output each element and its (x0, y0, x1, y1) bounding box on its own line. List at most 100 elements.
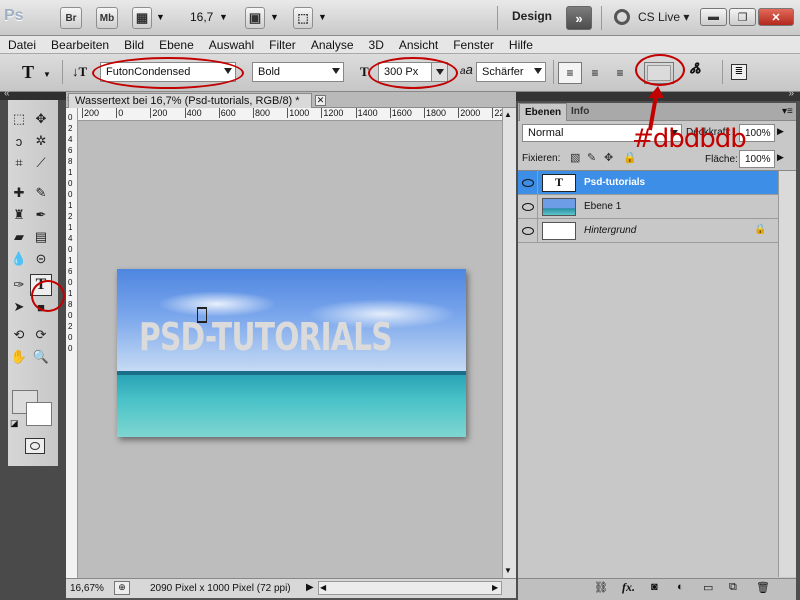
crop-tool-icon[interactable]: ⌗ (8, 152, 30, 174)
warp-text-icon[interactable]: Ꮬ (690, 62, 701, 78)
scroll-down-icon[interactable]: ▼ (504, 566, 512, 575)
marquee-tool-icon[interactable]: ⬚ (8, 108, 30, 130)
chevron-down-icon[interactable]: ▼ (156, 12, 165, 22)
tab-info[interactable]: Info (566, 103, 594, 121)
layer-row-psd-tutorials[interactable]: T Psd-tutorials (518, 170, 778, 195)
3d-rotate-tool-icon[interactable]: ⟲ (8, 324, 30, 346)
document-tab[interactable]: Wassertext bei 16,7% (Psd-tutorials, RGB… (68, 93, 312, 109)
layer-mask-icon[interactable]: ◙ (651, 581, 658, 593)
background-color-swatch[interactable] (26, 402, 52, 426)
history-brush-tool-icon[interactable]: ✒ (30, 204, 52, 226)
horizontal-scrollbar[interactable] (318, 581, 502, 595)
chevron-down-icon[interactable]: ▼ (219, 12, 228, 22)
restore-button[interactable]: ❐ (729, 8, 756, 26)
screen-mode-icon[interactable]: ⬚ (293, 7, 313, 29)
align-center-icon[interactable]: ≡ (583, 62, 607, 84)
chevron-down-icon[interactable]: ▼ (318, 12, 327, 22)
lock-pixels-icon[interactable]: ✎ (587, 151, 596, 164)
menu-item-bild[interactable]: Bild (124, 38, 144, 52)
bridge-button[interactable]: Br (60, 7, 82, 29)
chevron-down-icon[interactable]: ▼ (270, 12, 279, 22)
align-right-icon[interactable]: ≡ (608, 62, 632, 84)
opacity-slider-icon[interactable]: ▶ (777, 126, 784, 137)
scroll-up-icon[interactable]: ▲ (504, 110, 512, 119)
arrange-documents-icon[interactable]: ▣ (245, 7, 265, 29)
menu-item-ansicht[interactable]: Ansicht (399, 38, 438, 52)
close-button[interactable]: ✕ (758, 8, 794, 26)
menu-item-datei[interactable]: Datei (8, 38, 36, 52)
menu-item-bearbeiten[interactable]: Bearbeiten (51, 38, 109, 52)
status-menu-icon[interactable]: ▶ (306, 582, 314, 593)
default-colors-icon[interactable]: ◪ (10, 418, 19, 429)
document-canvas[interactable]: PSD-TUTORIALS (117, 269, 466, 437)
menu-item-filter[interactable]: Filter (269, 38, 296, 52)
menu-item-3d[interactable]: 3D (369, 38, 384, 52)
new-group-icon[interactable]: ▭ (703, 581, 713, 594)
zoom-tool-icon[interactable]: 🔍 (30, 346, 52, 368)
layer-style-icon[interactable]: fx. (622, 580, 635, 595)
blur-tool-icon[interactable]: 💧 (8, 248, 30, 270)
view-extras-icon[interactable]: ▦ (132, 7, 152, 29)
eraser-tool-icon[interactable]: ▰ (8, 226, 30, 248)
tool-preset-picker[interactable]: T (22, 62, 34, 83)
hand-tool-icon[interactable]: ✋ (8, 346, 30, 368)
lasso-tool-icon[interactable]: ↄ (8, 130, 30, 152)
layers-scrollbar[interactable] (778, 171, 796, 577)
workspace-switcher-icon[interactable]: » (566, 6, 592, 30)
menu-item-analyse[interactable]: Analyse (311, 38, 354, 52)
panel-menu-icon[interactable]: ▾≡ (782, 106, 793, 117)
healing-brush-tool-icon[interactable]: ✚ (8, 182, 30, 204)
antialias-select[interactable]: Schärfer (476, 62, 546, 82)
layer-row-ebene-1[interactable]: Ebene 1 (518, 194, 778, 219)
divider (62, 60, 63, 84)
cs-live-menu[interactable]: CS Live ▾ (638, 10, 689, 24)
scroll-right-icon[interactable]: ▶ (492, 583, 498, 592)
lock-transparency-icon[interactable]: ▧ (570, 151, 580, 164)
layer-name[interactable]: Ebene 1 (584, 201, 621, 212)
move-tool-icon[interactable]: ✥ (30, 108, 52, 130)
quick-mask-icon[interactable] (25, 438, 45, 454)
character-panel-icon[interactable]: ≣ (731, 64, 747, 80)
scroll-left-icon[interactable]: ◀ (320, 583, 326, 592)
minimize-button[interactable]: ▬ (700, 8, 727, 26)
lock-position-icon[interactable]: ✥ (604, 151, 613, 164)
zoom-percent-field[interactable]: 16,67% (70, 583, 104, 594)
close-icon[interactable]: ✕ (315, 95, 326, 106)
menu-item-fenster[interactable]: Fenster (453, 38, 494, 52)
chevron-down-icon[interactable]: ▼ (43, 70, 51, 79)
fill-slider-icon[interactable]: ▶ (777, 152, 784, 163)
visibility-eye-icon[interactable] (518, 194, 538, 219)
new-layer-icon[interactable]: ⧉ (729, 581, 737, 594)
layer-name[interactable]: Psd-tutorials (584, 177, 645, 188)
text-orientation-icon[interactable]: ↓T (72, 64, 87, 80)
adjustment-layer-icon[interactable]: ◐ (677, 581, 684, 593)
dodge-tool-icon[interactable]: ⊝ (30, 248, 52, 270)
vertical-scrollbar[interactable] (502, 108, 516, 578)
layer-name[interactable]: Hintergrund (584, 225, 636, 236)
magic-wand-tool-icon[interactable]: ✲ (30, 130, 52, 152)
brush-tool-icon[interactable]: ✎ (30, 182, 52, 204)
watermark-text[interactable]: PSD-TUTORIALS (139, 315, 393, 359)
stamp-tool-icon[interactable]: ♜ (8, 204, 30, 226)
visibility-eye-icon[interactable] (518, 170, 538, 195)
status-options-icon[interactable]: ⊕ (114, 581, 130, 595)
eyedropper-tool-icon[interactable]: ⟋ (30, 152, 52, 174)
zoom-level[interactable]: 16,7 (190, 10, 213, 24)
tab-layers[interactable]: Ebenen (519, 103, 568, 121)
gradient-tool-icon[interactable]: ▤ (30, 226, 52, 248)
visibility-eye-icon[interactable] (518, 218, 538, 243)
align-left-icon[interactable]: ≡ (558, 62, 582, 84)
delete-layer-icon[interactable]: 🗑 (756, 581, 770, 594)
link-layers-icon[interactable]: ⛓ (594, 581, 608, 594)
font-style-select[interactable]: Bold (252, 62, 344, 82)
menu-item-auswahl[interactable]: Auswahl (209, 38, 254, 52)
mini-bridge-button[interactable]: Mb (96, 7, 118, 29)
document-info: 2090 Pixel x 1000 Pixel (72 ppi) (150, 583, 291, 594)
layer-row-hintergrund[interactable]: Hintergrund 🔒 (518, 218, 778, 243)
3d-orbit-tool-icon[interactable]: ⟳ (30, 324, 52, 346)
workspace-name[interactable]: Design (512, 9, 552, 23)
path-selection-tool-icon[interactable]: ➤ (8, 296, 30, 318)
menu-item-hilfe[interactable]: Hilfe (509, 38, 533, 52)
menu-item-ebene[interactable]: Ebene (159, 38, 194, 52)
pen-tool-icon[interactable]: ✑ (8, 274, 30, 296)
